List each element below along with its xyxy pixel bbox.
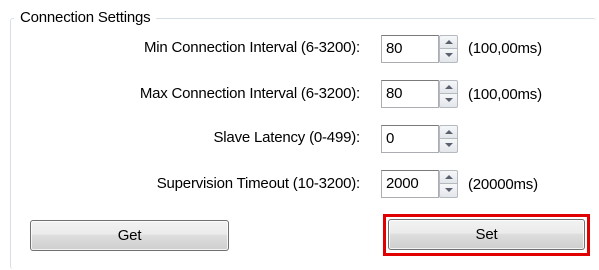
slave-latency-decrement-button[interactable] (439, 139, 458, 153)
min-connection-interval-increment-button[interactable] (439, 35, 458, 49)
get-button[interactable]: Get (30, 220, 229, 251)
max-connection-interval-spinner[interactable] (439, 80, 458, 108)
slave-latency-increment-button[interactable] (439, 125, 458, 139)
slave-latency-spinbox[interactable]: 0 (381, 125, 461, 153)
min-connection-interval-label: Min Connection Interval (6-3200): (143, 39, 360, 56)
chevron-up-icon (445, 130, 453, 134)
supervision-timeout-increment-button[interactable] (439, 170, 458, 184)
min-connection-interval-decrement-button[interactable] (439, 49, 458, 63)
min-connection-interval-field[interactable]: 80 (381, 35, 439, 63)
max-connection-interval-decrement-button[interactable] (439, 94, 458, 108)
supervision-timeout-decrement-button[interactable] (439, 184, 458, 198)
max-connection-interval-field[interactable]: 80 (381, 80, 439, 108)
supervision-timeout-spinbox[interactable]: 2000 (381, 170, 461, 198)
chevron-down-icon (445, 143, 453, 147)
min-connection-interval-spinbox[interactable]: 80 (381, 35, 461, 63)
max-connection-interval-spinbox[interactable]: 80 (381, 80, 461, 108)
slave-latency-spinner[interactable] (439, 125, 458, 153)
connection-settings-title: Connection Settings (14, 8, 157, 28)
supervision-timeout-spinner[interactable] (439, 170, 458, 198)
max-connection-interval-unit: (100,00ms) (468, 86, 542, 103)
supervision-timeout-label: Supervision Timeout (10-3200): (156, 175, 360, 192)
set-button[interactable]: Set (388, 219, 585, 250)
max-connection-interval-increment-button[interactable] (439, 80, 458, 94)
slave-latency-field[interactable]: 0 (381, 125, 439, 153)
chevron-up-icon (445, 85, 453, 89)
chevron-down-icon (445, 188, 453, 192)
chevron-down-icon (445, 98, 453, 102)
max-connection-interval-label: Max Connection Interval (6-3200): (139, 85, 360, 102)
chevron-down-icon (445, 53, 453, 57)
slave-latency-label: Slave Latency (0-499): (213, 129, 360, 146)
supervision-timeout-field[interactable]: 2000 (381, 170, 439, 198)
chevron-up-icon (445, 40, 453, 44)
min-connection-interval-unit: (100,00ms) (468, 40, 542, 57)
chevron-up-icon (445, 175, 453, 179)
supervision-timeout-unit: (20000ms) (468, 176, 538, 193)
min-connection-interval-spinner[interactable] (439, 35, 458, 63)
